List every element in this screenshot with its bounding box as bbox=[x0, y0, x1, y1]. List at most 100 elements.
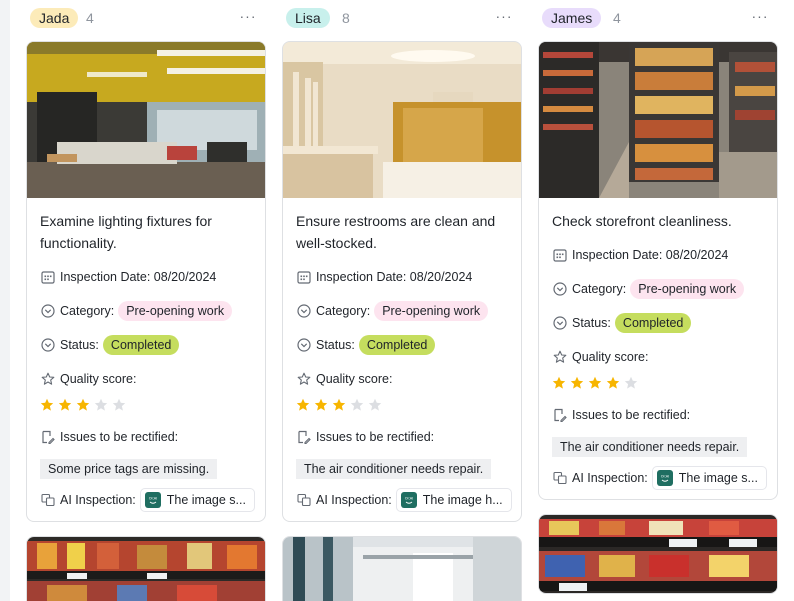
issues-row: Issues to be rectified: bbox=[296, 426, 509, 448]
star-rating[interactable] bbox=[552, 376, 765, 390]
category-chip: Pre-opening work bbox=[118, 301, 233, 321]
column-james: James 4 ··· Check storefront cleanliness… bbox=[538, 0, 778, 601]
task-card[interactable]: Check storefront cleanliness. Inspection… bbox=[538, 41, 778, 500]
issue-text: The air conditioner needs repair. bbox=[296, 459, 492, 479]
kanban-board: Jada 4 ··· Examine lighting fixtures for… bbox=[0, 0, 794, 601]
ai-result-chip[interactable]: OI:AI The image s... bbox=[139, 488, 255, 512]
inspection-date-row: Inspection Date: 08/20/2024 bbox=[296, 266, 509, 288]
star-empty-icon[interactable] bbox=[624, 376, 640, 390]
ai-result-text: The image s... bbox=[166, 493, 246, 507]
owner-tag[interactable]: Jada bbox=[30, 8, 79, 28]
owner-tag[interactable]: James bbox=[542, 8, 602, 28]
card-count: 8 bbox=[342, 10, 350, 26]
quality-label: Quality score: bbox=[572, 350, 649, 364]
category-chip: Pre-opening work bbox=[630, 279, 745, 299]
issues-label: Issues to be rectified: bbox=[316, 430, 435, 444]
column-lisa: Lisa 8 ··· Ensure restrooms are clean an… bbox=[282, 0, 522, 601]
task-card[interactable]: Examine lighting fixtures for functional… bbox=[26, 41, 266, 522]
restroom-interior-photo bbox=[283, 42, 521, 198]
ai-inspection-row: AI Inspection: OI:AI The image s... bbox=[40, 488, 255, 512]
star-filled-icon[interactable] bbox=[570, 376, 586, 390]
star-empty-icon[interactable] bbox=[350, 398, 366, 412]
quality-label: Quality score: bbox=[60, 372, 137, 386]
issues-label: Issues to be rectified: bbox=[572, 408, 691, 422]
issues-row: Issues to be rectified: bbox=[552, 404, 765, 426]
status-chip: Completed bbox=[102, 335, 180, 355]
star-outline-icon bbox=[40, 371, 56, 387]
ai-label: AI Inspection: bbox=[572, 471, 648, 485]
task-card[interactable] bbox=[282, 536, 522, 601]
task-title: Check storefront cleanliness. bbox=[552, 213, 732, 229]
category-label: Category: bbox=[316, 304, 371, 318]
more-options-button[interactable]: ··· bbox=[494, 8, 514, 28]
calendar-icon bbox=[40, 269, 56, 285]
category-label: Category: bbox=[60, 304, 115, 318]
ai-result-chip[interactable]: OI:AI The image s... bbox=[651, 466, 767, 490]
ai-inspection-row: AI Inspection: OI:AI The image h... bbox=[296, 488, 512, 512]
ai-link-icon bbox=[296, 492, 312, 508]
ai-logo-text: OI:AI bbox=[148, 497, 157, 501]
status-label: Status: bbox=[60, 338, 99, 352]
ai-link-icon bbox=[552, 470, 568, 486]
ai-inspection-row: AI Inspection: OI:AI The image s... bbox=[552, 466, 767, 490]
star-outline-icon bbox=[552, 349, 568, 365]
issue-text: The air conditioner needs repair. bbox=[552, 437, 748, 457]
supermarket-shelf-photo bbox=[27, 537, 265, 601]
owner-tag[interactable]: Lisa bbox=[286, 8, 330, 28]
star-filled-icon[interactable] bbox=[332, 398, 348, 412]
status-label: Status: bbox=[316, 338, 355, 352]
column-header: James 4 ··· bbox=[538, 6, 778, 30]
status-chip: Completed bbox=[614, 313, 692, 333]
inspection-date: Inspection Date: 08/20/2024 bbox=[316, 270, 473, 284]
quality-label: Quality score: bbox=[316, 372, 393, 386]
document-edit-icon bbox=[552, 407, 568, 423]
star-filled-icon[interactable] bbox=[40, 398, 56, 412]
ai-link-icon bbox=[40, 492, 56, 508]
ai-result-chip[interactable]: OI:AI The image h... bbox=[395, 488, 512, 512]
category-row: Category: Pre-opening work bbox=[40, 300, 253, 322]
star-empty-icon[interactable] bbox=[94, 398, 110, 412]
column-header: Lisa 8 ··· bbox=[282, 6, 522, 30]
ai-label: AI Inspection: bbox=[316, 493, 392, 507]
calendar-icon bbox=[296, 269, 312, 285]
more-options-button[interactable]: ··· bbox=[750, 8, 770, 28]
status-row: Status: Completed bbox=[552, 312, 765, 334]
column-jada: Jada 4 ··· Examine lighting fixtures for… bbox=[26, 0, 266, 601]
ai-logo-icon: OI:AI bbox=[656, 470, 673, 486]
ai-logo-text: OI:AI bbox=[404, 497, 413, 501]
circle-chevron-icon bbox=[296, 303, 312, 319]
star-empty-icon[interactable] bbox=[112, 398, 128, 412]
snack-shelf-photo bbox=[539, 515, 777, 593]
inspection-date-row: Inspection Date: 08/20/2024 bbox=[552, 244, 765, 266]
card-count: 4 bbox=[86, 10, 94, 26]
task-card[interactable] bbox=[26, 536, 266, 601]
category-label: Category: bbox=[572, 282, 627, 296]
star-filled-icon[interactable] bbox=[76, 398, 92, 412]
star-filled-icon[interactable] bbox=[588, 376, 604, 390]
hallway-photo bbox=[283, 537, 521, 601]
office-interior-photo bbox=[27, 42, 265, 198]
star-empty-icon[interactable] bbox=[368, 398, 384, 412]
star-rating[interactable] bbox=[40, 398, 253, 412]
task-card[interactable] bbox=[538, 514, 778, 594]
star-filled-icon[interactable] bbox=[606, 376, 622, 390]
status-row: Status: Completed bbox=[40, 334, 253, 356]
star-filled-icon[interactable] bbox=[58, 398, 74, 412]
more-options-button[interactable]: ··· bbox=[238, 8, 258, 28]
document-edit-icon bbox=[40, 429, 56, 445]
ai-logo-text: OI:AI bbox=[660, 475, 669, 479]
issues-label: Issues to be rectified: bbox=[60, 430, 179, 444]
star-filled-icon[interactable] bbox=[314, 398, 330, 412]
status-row: Status: Completed bbox=[296, 334, 509, 356]
star-filled-icon[interactable] bbox=[296, 398, 312, 412]
ai-logo-icon: OI:AI bbox=[400, 492, 417, 508]
star-filled-icon[interactable] bbox=[552, 376, 568, 390]
star-rating[interactable] bbox=[296, 398, 509, 412]
task-title: Examine lighting fixtures for functional… bbox=[40, 213, 212, 251]
task-card[interactable]: Ensure restrooms are clean and well-stoc… bbox=[282, 41, 522, 522]
calendar-icon bbox=[552, 247, 568, 263]
circle-chevron-icon bbox=[552, 281, 568, 297]
quality-row: Quality score: bbox=[552, 346, 765, 368]
quality-row: Quality score: bbox=[40, 368, 253, 390]
task-title: Ensure restrooms are clean and well-stoc… bbox=[296, 213, 496, 251]
